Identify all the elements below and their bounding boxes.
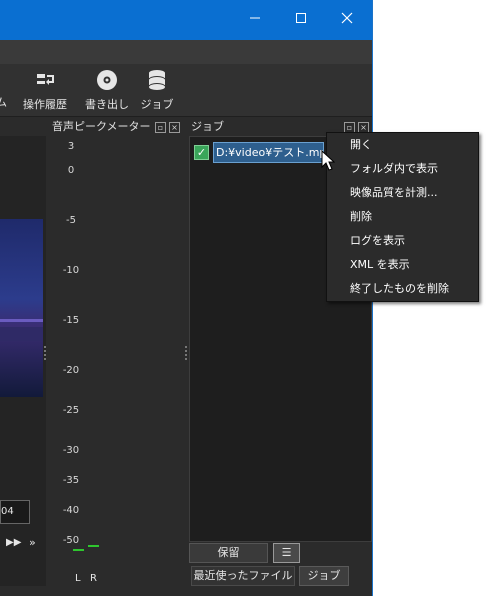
job-context-menu: 開く フォルダ内で表示 映像品質を計測... 削除 ログを表示 XML を表示 … <box>326 132 479 302</box>
meter-bar-right <box>88 545 99 547</box>
meter-scale-label: -15 <box>62 315 80 326</box>
title-bar <box>0 0 372 40</box>
minimize-icon <box>250 17 260 19</box>
toolbar-partial-item[interactable]: ム <box>0 94 7 110</box>
mouse-cursor-icon <box>321 150 335 171</box>
database-icon <box>149 70 165 90</box>
meter-scale-label: 3 <box>67 141 75 152</box>
meter-scale-label: -20 <box>62 365 80 376</box>
menu-item-measure-quality[interactable]: 映像品質を計測... <box>327 181 478 205</box>
audio-meter-panel <box>48 136 184 586</box>
skip-next-button[interactable]: » <box>29 536 36 549</box>
meter-scale-label: -35 <box>62 475 80 486</box>
app-window: ム 操作履歴 書き出し <box>0 0 373 596</box>
meter-panel-title: 音声ピークメーター <box>52 120 151 133</box>
meter-scale-label: -5 <box>66 215 76 226</box>
job-checkbox[interactable]: ✓ <box>194 145 209 160</box>
tab-recent-files[interactable]: 最近使ったファイル <box>191 566 295 586</box>
meter-channel-left: L <box>75 573 81 584</box>
minimize-button[interactable] <box>244 10 266 30</box>
meter-channel-right: R <box>90 573 97 584</box>
toolbar: ム 操作履歴 書き出し <box>0 64 372 117</box>
export-button[interactable]: 書き出し <box>84 68 130 112</box>
menu-bar <box>0 40 372 65</box>
timecode-field[interactable]: 04 <box>0 500 30 524</box>
maximize-icon <box>296 13 306 23</box>
close-button[interactable] <box>336 10 358 30</box>
meter-scale-label: -50 <box>62 535 80 546</box>
meter-float-button[interactable]: ▫ <box>155 122 166 133</box>
menu-item-open[interactable]: 開く <box>327 133 478 157</box>
jobs-panel-title: ジョブ <box>191 120 224 133</box>
history-button[interactable]: 操作履歴 <box>20 68 70 112</box>
meter-close-button[interactable]: × <box>169 122 180 133</box>
meter-scale-label: -25 <box>62 405 80 416</box>
jobs-menu-button[interactable]: ☰ <box>273 543 300 563</box>
jobs-toolbar-button[interactable]: ジョブ <box>140 68 174 112</box>
tab-jobs[interactable]: ジョブ <box>299 566 349 586</box>
video-preview <box>0 219 43 397</box>
toolbar-partial-label: ム <box>0 96 7 109</box>
history-label: 操作履歴 <box>23 98 67 111</box>
export-label: 書き出し <box>85 98 129 111</box>
meter-scale-label: -10 <box>62 265 80 276</box>
hold-button[interactable]: 保留 <box>189 543 268 563</box>
meter-scale-label: -30 <box>62 445 80 456</box>
fast-forward-button[interactable]: ▶▶ <box>6 537 21 548</box>
menu-item-show-log[interactable]: ログを表示 <box>327 229 478 253</box>
maximize-button[interactable] <box>290 10 312 30</box>
meter-bar-left <box>73 549 84 551</box>
disc-icon <box>97 70 117 90</box>
meter-scale-label: -40 <box>62 505 80 516</box>
job-row[interactable]: ✓ D:¥video¥テスト.mp4 <box>190 141 325 163</box>
menu-item-show-in-folder[interactable]: フォルダ内で表示 <box>327 157 478 181</box>
menu-item-show-xml[interactable]: XML を表示 <box>327 253 478 277</box>
menu-item-delete[interactable]: 削除 <box>327 205 478 229</box>
meter-scale-label: 0 <box>67 165 75 176</box>
menu-item-remove-finished[interactable]: 終了したものを削除 <box>327 277 478 301</box>
close-icon <box>341 12 353 24</box>
history-icon <box>37 74 54 85</box>
job-name[interactable]: D:¥video¥テスト.mp4 <box>213 142 324 163</box>
jobs-toolbar-label: ジョブ <box>140 98 174 111</box>
